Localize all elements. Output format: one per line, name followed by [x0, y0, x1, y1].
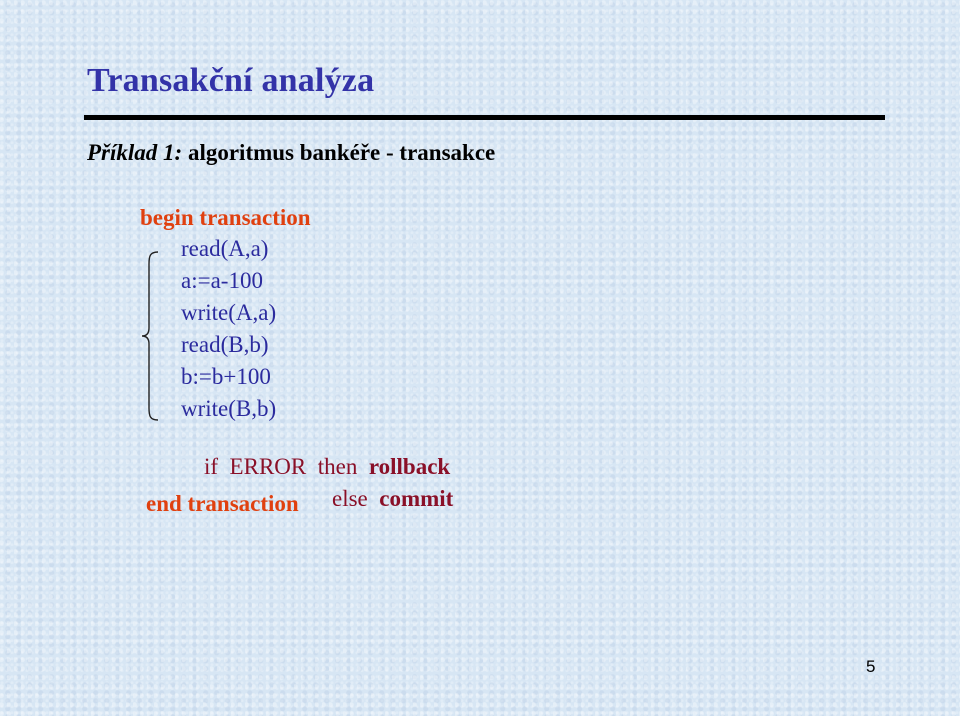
code-statement: read(B,b) [181, 332, 269, 357]
example-label: Příklad 1: [87, 140, 183, 165]
begin-transaction: begin transaction [140, 205, 311, 230]
else-line: else commit [309, 460, 453, 538]
slide-subtitle: Příklad 1: algoritmus bankéře - transakc… [87, 140, 495, 166]
code-statement: write(B,b) [181, 396, 277, 421]
code-statement: a:=a-100 [181, 268, 263, 293]
page-number: 5 [866, 657, 876, 676]
slide-title: Transakční analýza [87, 62, 375, 99]
slide: Transakční analýza Příklad 1: algoritmus… [0, 0, 960, 716]
curly-brace-icon [141, 251, 159, 421]
title-divider [84, 115, 885, 120]
example-text: algoritmus bankéře - transakce [182, 140, 496, 165]
code-statement: read(A,a) [181, 236, 269, 261]
commit-keyword: commit [379, 486, 454, 511]
end-transaction: end transaction [146, 491, 299, 516]
code-statement: b:=b+100 [181, 364, 271, 389]
code-statement: write(A,a) [181, 300, 277, 325]
else-prefix: else [332, 486, 380, 511]
